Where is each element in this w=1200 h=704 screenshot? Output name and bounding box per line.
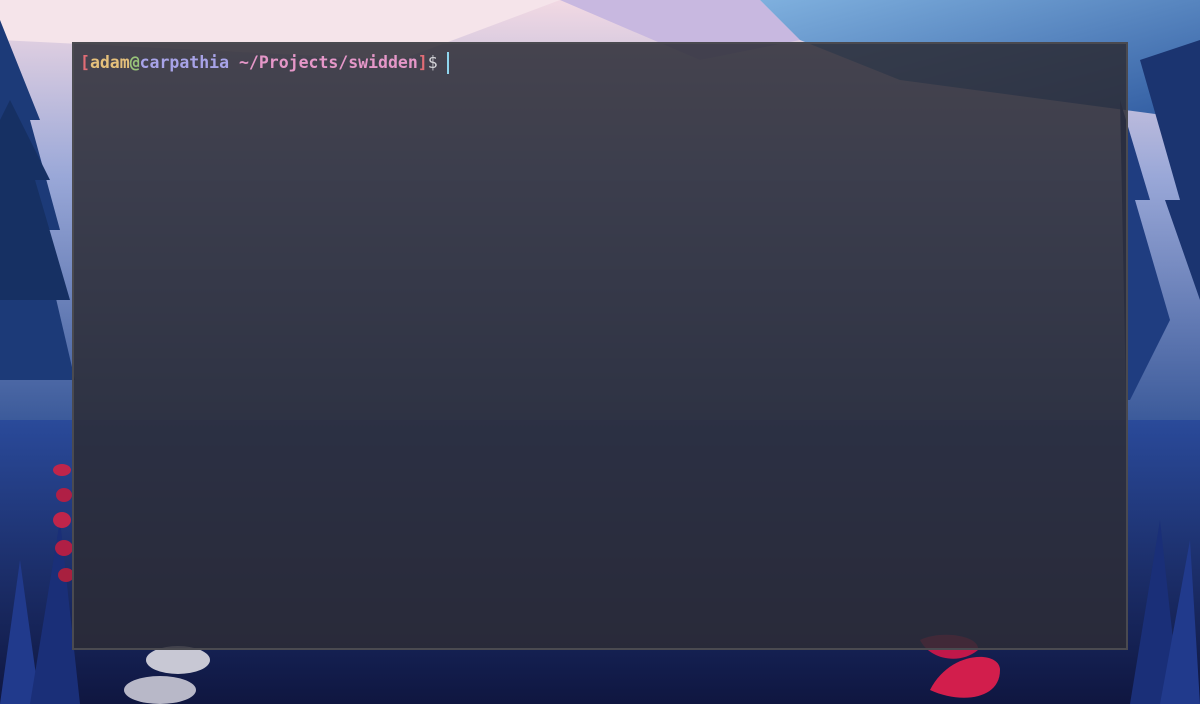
- terminal-prompt-line[interactable]: [adam@carpathia ~/Projects/swidden]$: [80, 52, 1120, 74]
- prompt-symbol: $: [427, 53, 438, 72]
- text-cursor[interactable]: [446, 52, 449, 74]
- prompt-working-directory: ~/Projects/swidden: [238, 53, 418, 72]
- prompt-open-bracket: [: [80, 53, 90, 72]
- prompt-username: adam: [89, 53, 130, 72]
- prompt-hostname: carpathia: [139, 53, 230, 72]
- prompt-at-sign: @: [129, 53, 140, 72]
- prompt-close-bracket: ]: [417, 53, 428, 72]
- terminal-window[interactable]: [adam@carpathia ~/Projects/swidden]$: [72, 42, 1128, 650]
